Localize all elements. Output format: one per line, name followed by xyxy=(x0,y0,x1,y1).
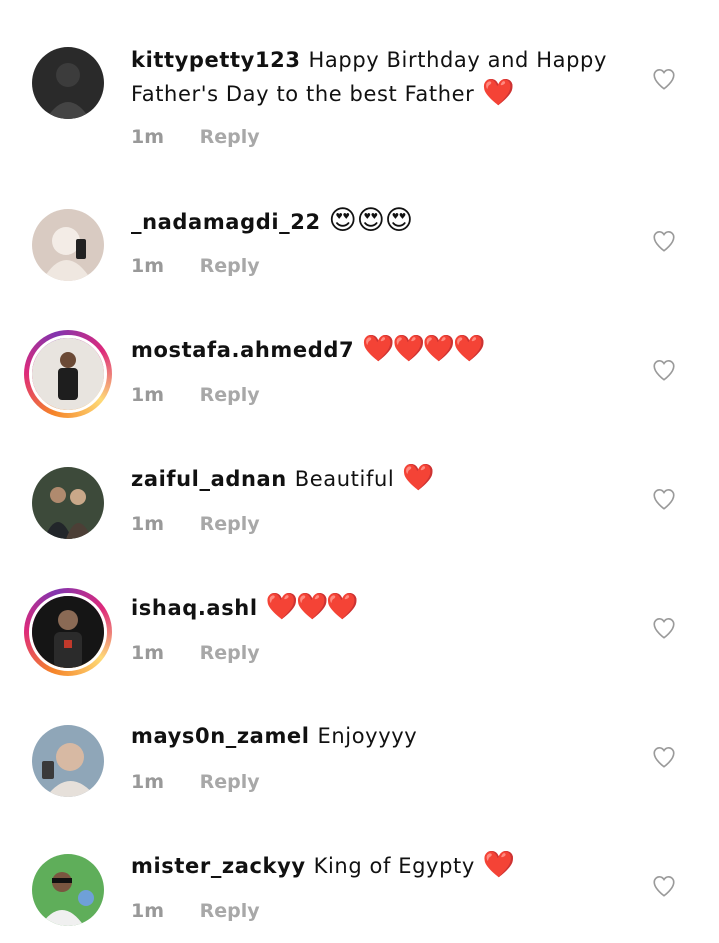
comment-message: Enjoyyyy xyxy=(317,724,418,748)
reply-button[interactable]: Reply xyxy=(200,384,260,406)
like-button[interactable] xyxy=(651,486,677,512)
heart-outline-icon xyxy=(653,230,675,252)
comment-emoji: ❤️❤️❤️❤️ xyxy=(362,334,485,364)
comment-message: King of Egypty xyxy=(313,854,475,878)
comment-emoji: ❤️❤️❤️ xyxy=(265,592,359,622)
comment-username[interactable]: ishaq.ashl xyxy=(131,596,258,620)
avatar[interactable] xyxy=(32,209,104,281)
like-button[interactable] xyxy=(651,228,677,254)
comment-meta: 1m Reply xyxy=(131,384,260,406)
avatar[interactable] xyxy=(32,725,104,797)
comment-emoji: ❤️ xyxy=(482,850,515,880)
comment-username[interactable]: mays0n_zamel xyxy=(131,724,310,748)
comment-meta: 1m Reply xyxy=(131,255,260,277)
avatar-with-story-ring[interactable] xyxy=(24,588,112,676)
comment-text: mays0n_zamel Enjoyyyy xyxy=(131,720,611,753)
heart-outline-icon xyxy=(653,746,675,768)
reply-button[interactable]: Reply xyxy=(200,126,260,148)
comment-username[interactable]: _nadamagdi_22 xyxy=(131,210,321,234)
avatar-with-story-ring[interactable] xyxy=(24,330,112,418)
like-button[interactable] xyxy=(651,357,677,383)
comment-meta: 1m Reply xyxy=(131,126,260,148)
comment-text: _nadamagdi_22 😍😍😍 xyxy=(131,204,611,239)
comment-username[interactable]: zaiful_adnan xyxy=(131,467,287,491)
comment-time: 1m xyxy=(131,642,165,664)
heart-outline-icon xyxy=(653,617,675,639)
reply-button[interactable]: Reply xyxy=(200,900,260,922)
reply-button[interactable]: Reply xyxy=(200,642,260,664)
comment-meta: 1m Reply xyxy=(131,900,260,922)
comment-username[interactable]: mister_zackyy xyxy=(131,854,306,878)
comment-username[interactable]: mostafa.ahmedd7 xyxy=(131,338,354,362)
comment-text: zaiful_adnan Beautiful ❤️ xyxy=(131,462,611,496)
comment-time: 1m xyxy=(131,900,165,922)
comment-meta: 1m Reply xyxy=(131,642,260,664)
avatar[interactable] xyxy=(32,854,104,926)
comment-item: mister_zackyy King of Egypty ❤️ 1m Reply xyxy=(0,0,719,926)
comment-text: ishaq.ashl ❤️❤️❤️ xyxy=(131,591,611,625)
comment-time: 1m xyxy=(131,771,165,793)
like-button[interactable] xyxy=(651,873,677,899)
heart-outline-icon xyxy=(653,875,675,897)
avatar[interactable] xyxy=(32,467,104,539)
comment-text: mostafa.ahmedd7 ❤️❤️❤️❤️ xyxy=(131,333,611,367)
reply-button[interactable]: Reply xyxy=(200,255,260,277)
comment-text: mister_zackyy King of Egypty ❤️ xyxy=(131,849,611,883)
like-button[interactable] xyxy=(651,744,677,770)
comment-emoji: 😍😍😍 xyxy=(328,205,414,236)
reply-button[interactable]: Reply xyxy=(200,771,260,793)
reply-button[interactable]: Reply xyxy=(200,513,260,535)
heart-outline-icon xyxy=(653,359,675,381)
heart-outline-icon xyxy=(653,488,675,510)
comment-message: Beautiful xyxy=(294,467,395,491)
comment-time: 1m xyxy=(131,513,165,535)
comment-time: 1m xyxy=(131,255,165,277)
comment-time: 1m xyxy=(131,126,165,148)
comment-time: 1m xyxy=(131,384,165,406)
comment-emoji: ❤️ xyxy=(402,463,434,493)
comment-meta: 1m Reply xyxy=(131,513,260,535)
like-button[interactable] xyxy=(651,615,677,641)
comment-meta: 1m Reply xyxy=(131,771,260,793)
